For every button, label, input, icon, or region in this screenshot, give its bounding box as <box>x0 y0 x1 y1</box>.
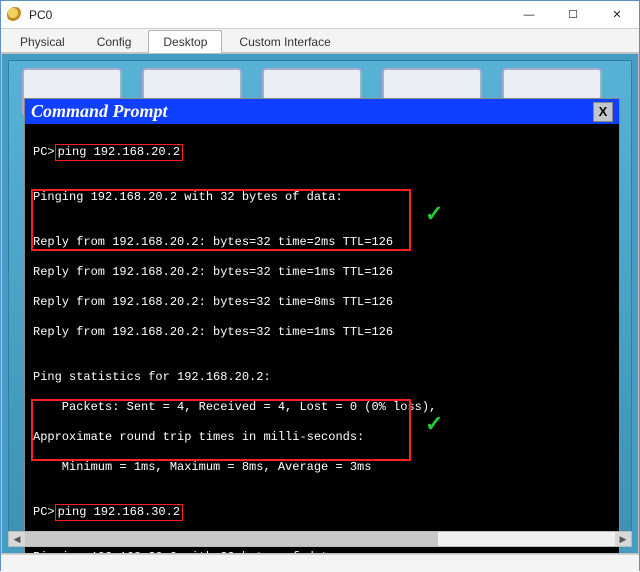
ping-reply: Reply from 192.168.20.2: bytes=32 time=8… <box>33 295 611 310</box>
ping-reply: Reply from 192.168.20.2: bytes=32 time=1… <box>33 265 611 280</box>
statusbar <box>1 554 639 572</box>
ping-header: Pinging 192.168.30.2 with 32 bytes of da… <box>33 550 611 554</box>
minimize-button[interactable]: — <box>507 1 551 29</box>
command-prompt-close-button[interactable]: X <box>593 102 613 122</box>
check-icon: ✓ <box>425 418 443 433</box>
highlight-command: ping 192.168.20.2 <box>55 144 183 161</box>
ping-stats: Packets: Sent = 4, Received = 4, Lost = … <box>33 400 611 415</box>
ping-header: Pinging 192.168.20.2 with 32 bytes of da… <box>33 190 611 205</box>
scroll-right-icon[interactable]: ▶ <box>615 532 631 546</box>
scroll-track[interactable] <box>25 532 615 546</box>
highlight-command: ping 192.168.30.2 <box>55 504 183 521</box>
window-titlebar: PC0 — ☐ ✕ <box>1 1 639 29</box>
command-prompt-titlebar[interactable]: Command Prompt X <box>25 99 619 124</box>
tab-custom-interface[interactable]: Custom Interface <box>224 30 345 53</box>
prompt-line: PC>ping 192.168.30.2 <box>33 505 611 520</box>
desktop-pane: Command Prompt X PC>ping 192.168.20.2 Pi… <box>1 53 639 554</box>
ping-reply: Reply from 192.168.20.2: bytes=32 time=2… <box>33 235 611 250</box>
prompt-line: PC>ping 192.168.20.2 <box>33 145 611 160</box>
tab-desktop[interactable]: Desktop <box>148 30 222 53</box>
command-prompt-title: Command Prompt <box>31 101 593 122</box>
ping-stats: Ping statistics for 192.168.20.2: <box>33 370 611 385</box>
ping-reply: Reply from 192.168.20.2: bytes=32 time=1… <box>33 325 611 340</box>
scroll-left-icon[interactable]: ◀ <box>9 532 25 546</box>
check-icon: ✓ <box>425 208 443 223</box>
window-title: PC0 <box>29 8 52 22</box>
tab-config[interactable]: Config <box>82 30 147 53</box>
tabstrip: Physical Config Desktop Custom Interface <box>1 29 639 53</box>
command-prompt-window: Command Prompt X PC>ping 192.168.20.2 Pi… <box>24 98 620 554</box>
ping-stats: Approximate round trip times in milli-se… <box>33 430 611 445</box>
ping-stats: Minimum = 1ms, Maximum = 8ms, Average = … <box>33 460 611 475</box>
maximize-button[interactable]: ☐ <box>551 1 595 29</box>
horizontal-scrollbar[interactable]: ◀ ▶ <box>8 531 632 547</box>
close-button[interactable]: ✕ <box>595 1 639 29</box>
terminal-output[interactable]: PC>ping 192.168.20.2 Pinging 192.168.20.… <box>25 124 619 554</box>
app-icon <box>7 7 23 23</box>
scroll-thumb[interactable] <box>25 532 438 546</box>
tab-physical[interactable]: Physical <box>5 30 80 53</box>
